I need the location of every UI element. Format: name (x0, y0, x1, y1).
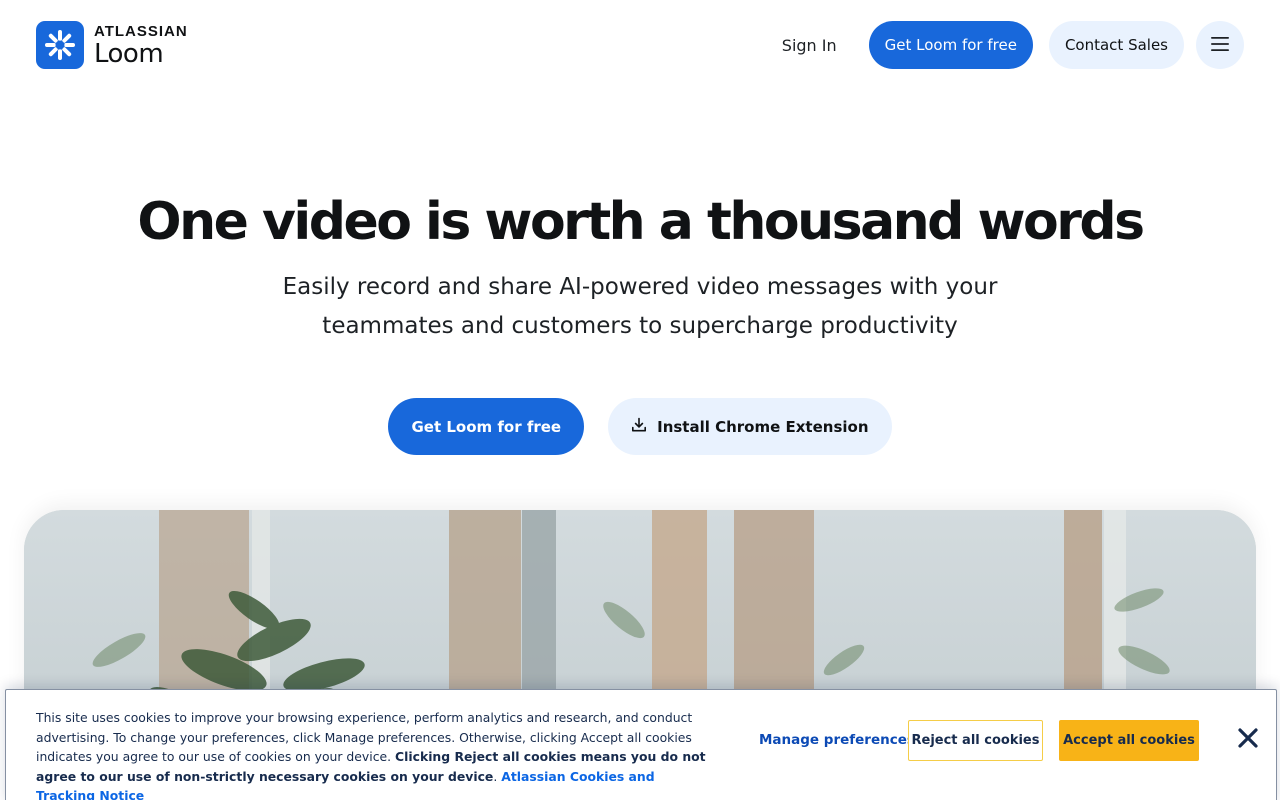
hero-subtitle: Easily record and share AI-powered video… (282, 274, 998, 339)
get-loom-hero-button[interactable]: Get Loom for free (388, 398, 585, 455)
logo-product: Loom (94, 38, 164, 69)
sign-in-link[interactable]: Sign In (782, 36, 837, 55)
cookie-text-period: . (493, 768, 498, 784)
cookie-banner-text: This site uses cookies to improve your b… (36, 708, 716, 800)
logo-wordmark: ATLASSIAN Loom (94, 24, 188, 67)
reject-all-cookies-button[interactable]: Reject all cookies (908, 720, 1043, 761)
close-icon (1237, 727, 1259, 753)
download-icon (631, 417, 647, 437)
install-chrome-extension-label: Install Chrome Extension (657, 417, 869, 436)
menu-button[interactable] (1196, 21, 1244, 69)
get-loom-header-button[interactable]: Get Loom for free (868, 21, 1033, 69)
atlassian-loom-logo[interactable]: ATLASSIAN Loom (36, 21, 188, 69)
manage-preferences-button[interactable]: Manage preferences (759, 732, 915, 748)
hero-title: One video is worth a thousand words (137, 192, 1145, 252)
site-header: ATLASSIAN Loom Sign In Get Loom for free… (0, 0, 1280, 90)
hero-cta-row: Get Loom for free Install Chrome Extensi… (0, 398, 1280, 455)
close-cookie-banner-button[interactable] (1233, 725, 1263, 755)
contact-sales-button[interactable]: Contact Sales (1048, 21, 1184, 69)
cookie-banner: This site uses cookies to improve your b… (5, 689, 1277, 800)
install-chrome-extension-button[interactable]: Install Chrome Extension (608, 398, 892, 455)
top-nav: Sign In Get Loom for free Contact Sales (782, 21, 1244, 69)
loom-logo-icon (36, 21, 84, 69)
hamburger-menu-icon (1210, 36, 1230, 55)
logo-brand: ATLASSIAN (94, 22, 188, 40)
accept-all-cookies-button[interactable]: Accept all cookies (1059, 720, 1199, 761)
